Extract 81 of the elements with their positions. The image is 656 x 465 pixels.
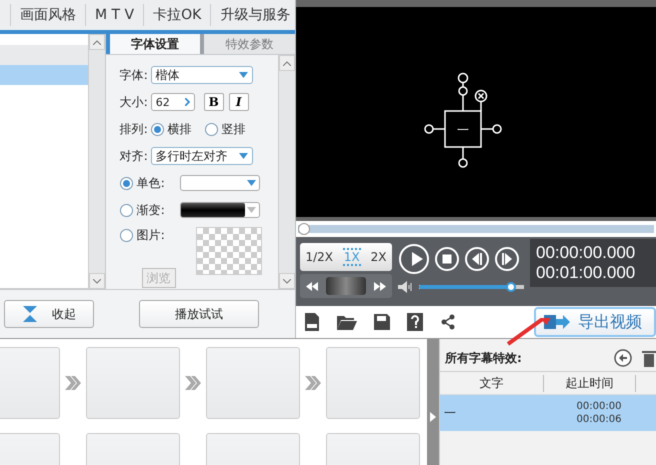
total-time: 00:01:00.000: [536, 263, 636, 284]
subtitle-text: 一: [443, 404, 457, 422]
font-label: 字体:: [120, 66, 148, 84]
column-header: 文字: [440, 374, 544, 392]
rotate-handle[interactable]: [458, 72, 468, 111]
speed-option[interactable]: 2X: [370, 250, 388, 264]
export-button[interactable]: 导出视频: [534, 307, 656, 338]
next-frame-button[interactable]: [494, 246, 520, 272]
scrollbar[interactable]: [278, 55, 295, 289]
caret-icon: [238, 72, 248, 78]
stop-button[interactable]: [434, 246, 460, 272]
preview-button[interactable]: 播放试试: [139, 300, 259, 328]
radio-option[interactable]: 竖排: [204, 120, 246, 138]
start-time: 00:00:00: [576, 400, 622, 413]
caption-text: 一: [457, 123, 469, 137]
align-label: 对齐:: [120, 148, 148, 164]
gradient-dropdown[interactable]: [180, 202, 260, 218]
progress-thumb[interactable]: [298, 223, 310, 236]
radio-option[interactable]: 图片:: [120, 227, 165, 244]
caret-icon: [238, 153, 248, 159]
radio-option[interactable]: 单色:: [120, 174, 165, 192]
radio-option[interactable]: 渐变:: [120, 202, 165, 218]
resize-handle[interactable]: [481, 124, 502, 134]
export-icon: [544, 314, 570, 330]
clip-slot[interactable]: [206, 347, 300, 419]
clip-slot[interactable]: [326, 347, 420, 419]
side-toggle[interactable]: [427, 339, 439, 465]
arrange-label: 排列:: [120, 120, 148, 138]
speed-option[interactable]: 1/2X: [304, 250, 334, 264]
previous-frame-button[interactable]: [464, 246, 490, 272]
size-label: 大小:: [120, 94, 148, 110]
close-icon[interactable]: [474, 90, 488, 111]
caret-icon: [246, 207, 256, 213]
italic-button[interactable]: I: [228, 93, 249, 111]
subtitles-title: 所有字幕特效:: [445, 350, 522, 366]
color-dropdown[interactable]: [180, 175, 260, 191]
play-button[interactable]: [398, 243, 430, 276]
chevron-down-icon[interactable]: [92, 278, 101, 284]
chevron-icon: [430, 412, 436, 422]
bold-button[interactable]: B: [204, 93, 224, 111]
chevron-down-icon[interactable]: [283, 278, 291, 284]
radio-option[interactable]: 横排: [150, 120, 192, 138]
menu-tab[interactable]: M T V: [85, 4, 144, 26]
size-field[interactable]: 62: [150, 93, 195, 111]
chevron-icon: [185, 376, 201, 390]
resize-handle[interactable]: [458, 147, 468, 168]
scrollbar[interactable]: [88, 34, 105, 289]
speaker-icon[interactable]: [398, 281, 414, 294]
rewind-icon[interactable]: [306, 282, 318, 291]
settings-tab[interactable]: 特效参数: [200, 34, 295, 54]
align-dropdown[interactable]: 多行时左对齐: [150, 147, 253, 165]
font-dropdown[interactable]: 楷体: [150, 66, 253, 84]
chevron-up-icon[interactable]: [92, 40, 101, 44]
subtitle-row[interactable]: 一 00:00:00 00:00:06: [440, 395, 656, 431]
folder-icon[interactable]: [337, 314, 357, 330]
caret-icon: [246, 180, 256, 186]
resize-handle[interactable]: [424, 124, 445, 134]
chevron-icon[interactable]: [184, 98, 190, 106]
collapse-icon: [22, 305, 38, 323]
help-icon[interactable]: [407, 313, 423, 332]
clip-slot[interactable]: [86, 347, 180, 419]
settings-tab[interactable]: 字体设置: [106, 34, 200, 54]
jog-wheel[interactable]: [326, 277, 366, 296]
collapse-button[interactable]: 收起: [4, 300, 94, 328]
current-time: 00:00:00.000: [536, 243, 636, 264]
column-header: 起止时间: [544, 374, 636, 392]
end-time: 00:00:06: [576, 413, 622, 426]
share-icon[interactable]: [440, 314, 456, 330]
image-preview: [196, 227, 262, 275]
trash-icon[interactable]: [642, 349, 656, 367]
chevron-icon: [65, 376, 81, 390]
chevron-up-icon[interactable]: [283, 60, 291, 66]
text-frame[interactable]: [444, 110, 482, 148]
menu-tab[interactable]: 卡拉OK: [143, 4, 210, 26]
menu-tab[interactable]: 画面风格: [10, 4, 85, 26]
volume-thumb[interactable]: [506, 282, 516, 292]
save-icon[interactable]: [374, 314, 390, 330]
new-file-icon[interactable]: [304, 313, 320, 332]
chevron-icon: [305, 376, 321, 390]
progress-track[interactable]: [298, 223, 654, 236]
fast-forward-icon[interactable]: [374, 282, 386, 291]
